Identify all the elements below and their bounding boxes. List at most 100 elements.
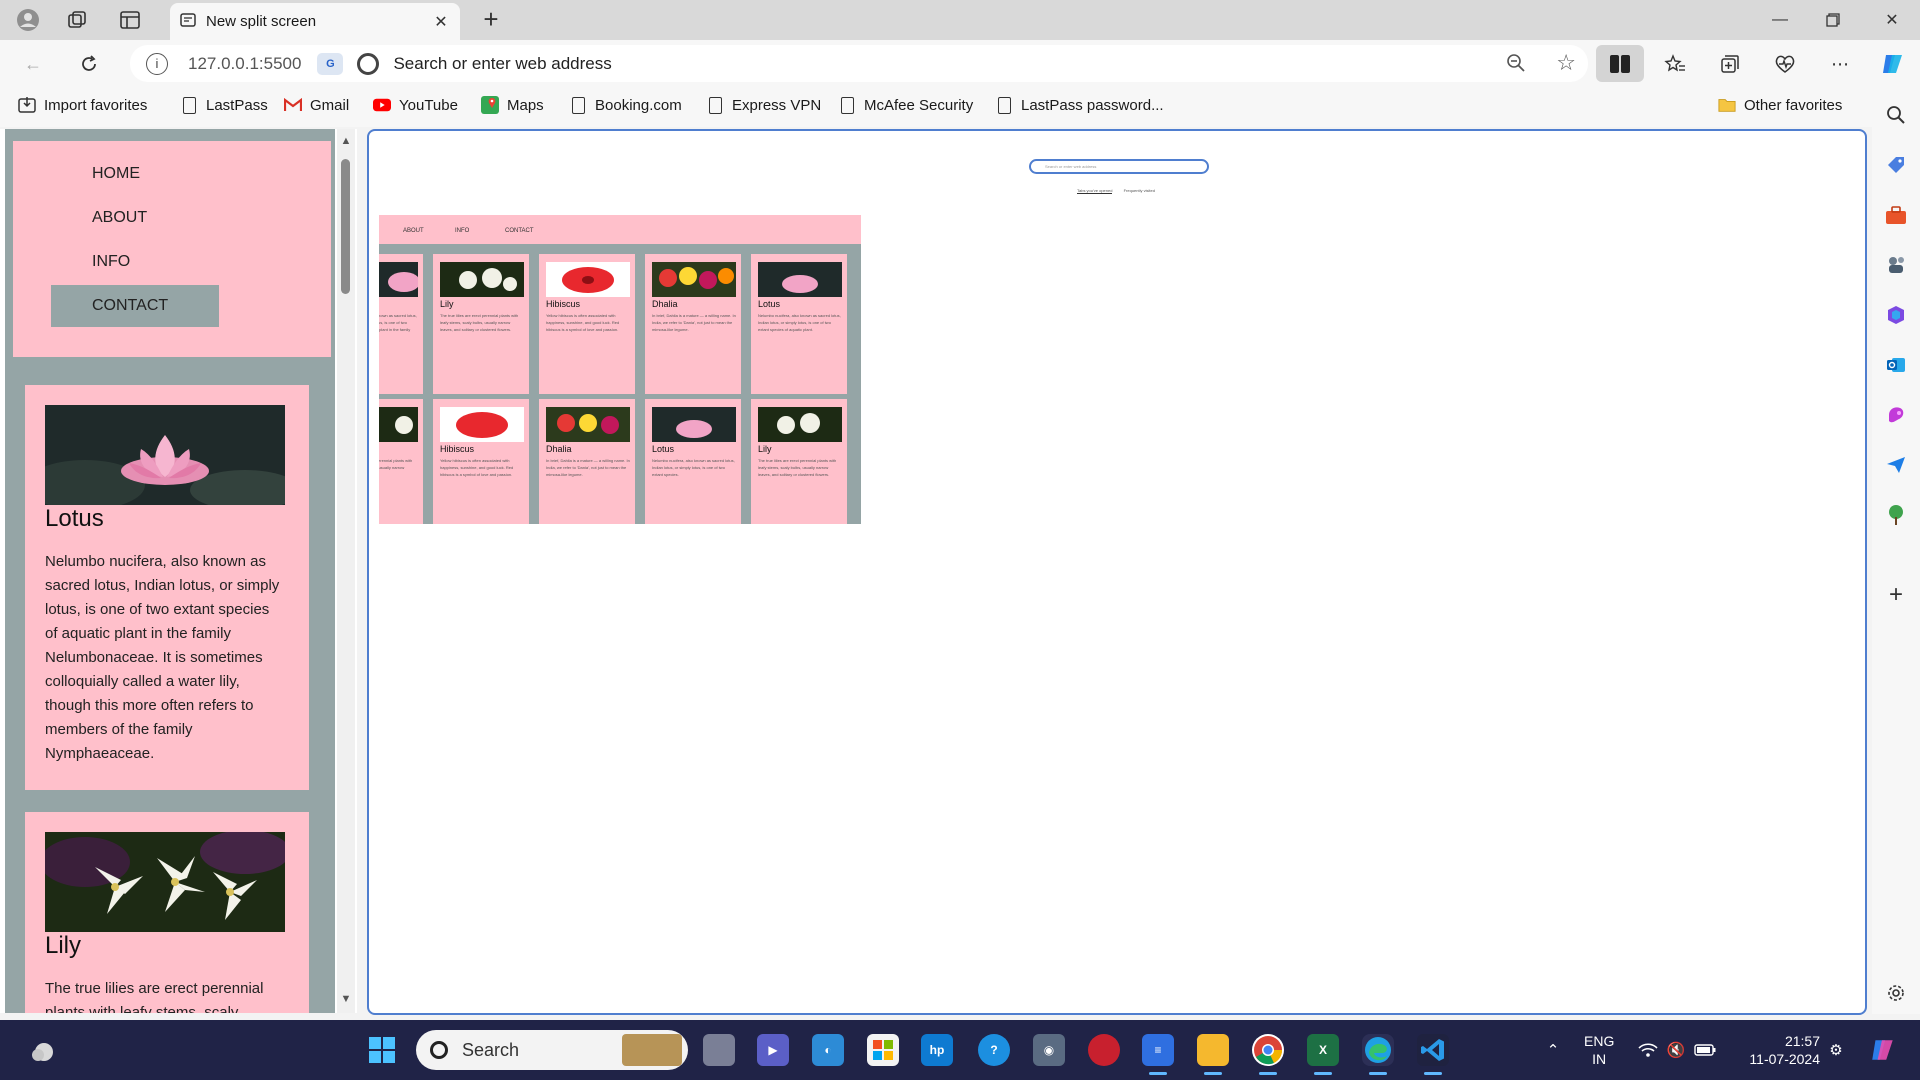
preview-card: Nelumbo nucifera, also known as sacred l… [379, 254, 423, 394]
fav-lastpass-password[interactable]: LastPass password... [995, 95, 1164, 115]
help-icon[interactable]: ? [978, 1034, 1010, 1066]
notepad-icon[interactable]: ≡ [1142, 1034, 1174, 1075]
fav-maps[interactable]: Maps [481, 95, 544, 115]
address-bar[interactable]: i 127.0.0.1:5500 G Search or enter web a… [130, 45, 1588, 82]
right-split-pane[interactable]: Search or enter web address Tabs you've … [367, 129, 1867, 1015]
input-language[interactable]: ENG IN [1584, 1032, 1614, 1068]
sidebar-tools-icon[interactable] [1883, 202, 1909, 228]
notification-bell-icon[interactable]: ⚙ [1825, 1040, 1847, 1060]
refresh-icon[interactable] [74, 49, 104, 79]
split-tab-frequent[interactable]: Frequently visited [1124, 188, 1155, 193]
copilot-taskbar-icon[interactable] [1868, 1036, 1898, 1064]
restore-button[interactable] [1805, 0, 1861, 40]
clock[interactable]: 21:57 11-07-2024 [1740, 1032, 1820, 1068]
preview-menu-contact: CONTACT [505, 228, 534, 234]
widgets-icon[interactable]: ◐ [812, 1034, 844, 1066]
split-search-box[interactable]: Search or enter web address [1029, 159, 1209, 174]
translate-icon[interactable]: G [317, 52, 344, 75]
fav-gmail[interactable]: Gmail [284, 95, 349, 115]
page-icon [569, 95, 587, 115]
more-options-icon[interactable]: ⋯ [1825, 49, 1855, 79]
edge-sidebar: + [1872, 87, 1920, 1014]
copilot-icon[interactable] [1878, 49, 1908, 79]
sidebar-tree-icon[interactable] [1883, 502, 1909, 528]
site-info-icon[interactable]: i [146, 52, 168, 75]
flower-cards: Lotus Nelumbo nucifera, also known as sa… [15, 375, 318, 1013]
fav-other-favorites[interactable]: Other favorites [1718, 95, 1842, 115]
active-tab[interactable]: New split screen ✕ [170, 3, 460, 40]
close-window-button[interactable]: ✕ [1864, 0, 1920, 40]
sidebar-add-icon[interactable]: + [1883, 581, 1909, 608]
sidebar-send-icon[interactable] [1883, 452, 1909, 478]
scroll-down-icon[interactable]: ▼ [340, 993, 352, 1005]
zoom-icon[interactable] [1506, 53, 1526, 78]
cricket-icon[interactable] [1088, 1034, 1120, 1066]
split-tab-opened[interactable]: Tabs you've opened [1077, 188, 1113, 194]
menu-about[interactable]: ABOUT [51, 197, 219, 239]
task-view-icon[interactable] [703, 1034, 735, 1066]
myhp-icon[interactable]: hp [921, 1034, 953, 1066]
sidebar-microsoft365-icon[interactable] [1883, 302, 1909, 328]
fav-youtube[interactable]: YouTube [373, 95, 458, 115]
fav-booking[interactable]: Booking.com [569, 95, 682, 115]
preview-card: Hibiscus Yellow hibiscus is often associ… [433, 399, 529, 524]
fav-youtube-label: YouTube [399, 96, 458, 114]
tab-close-icon[interactable]: ✕ [432, 12, 450, 32]
flower-card-lily: Lily The true lilies are erect perennial… [25, 812, 309, 1013]
fav-import[interactable]: Import favorites [18, 95, 147, 115]
start-icon[interactable] [366, 1034, 398, 1066]
fav-mcafee-label: McAfee Security [864, 96, 974, 114]
flower-name: Lotus [45, 505, 104, 532]
vertical-tabs-icon[interactable] [115, 6, 145, 34]
page-icon [180, 95, 198, 115]
flower-description: Nelumbo nucifera, also known as sacred l… [45, 553, 280, 762]
wifi-icon[interactable] [1637, 1040, 1659, 1060]
left-pane-scrollbar[interactable]: ▲ ▼ [337, 129, 355, 1013]
preview-card: Lily The true lilies are erect perennial… [751, 399, 847, 524]
camera-icon[interactable]: ◉ [1033, 1034, 1065, 1066]
edge-icon[interactable] [1362, 1034, 1394, 1075]
scroll-thumb[interactable] [341, 159, 350, 294]
vscode-icon[interactable] [1417, 1034, 1449, 1075]
left-split-pane[interactable]: HOME ABOUT INFO CONTACT Lotus Nelumbo nu… [0, 129, 357, 1013]
browser-essentials-icon[interactable] [1770, 49, 1800, 79]
favorite-star-icon[interactable]: ☆ [1556, 50, 1576, 76]
fav-mcafee[interactable]: McAfee Security [838, 95, 973, 115]
teams-icon[interactable]: ▶ [757, 1034, 789, 1066]
collections-icon[interactable] [1715, 49, 1745, 79]
workspaces-icon[interactable] [62, 6, 92, 34]
new-tab-button[interactable]: + [474, 6, 508, 34]
store-icon[interactable] [867, 1034, 899, 1066]
menu-contact[interactable]: CONTACT [51, 285, 219, 327]
profile-icon[interactable] [13, 6, 43, 34]
sidebar-shopping-icon[interactable] [1883, 152, 1909, 178]
search-engine-icon [357, 52, 380, 75]
folder-icon [1718, 95, 1736, 115]
volume-muted-icon[interactable]: 🔇 [1665, 1040, 1687, 1060]
chrome-icon[interactable] [1252, 1034, 1284, 1075]
sidebar-games-icon[interactable] [1883, 252, 1909, 278]
scroll-up-icon[interactable]: ▲ [340, 135, 352, 147]
taskbar-search[interactable]: Search [416, 1030, 688, 1070]
site-nav-menu: HOME ABOUT INFO CONTACT [13, 141, 331, 357]
battery-icon[interactable] [1694, 1040, 1716, 1060]
favorites-icon[interactable] [1660, 49, 1690, 79]
split-screen-button[interactable] [1596, 45, 1644, 82]
omnibox-placeholder: Search or enter web address [393, 53, 612, 73]
weather-icon[interactable] [28, 1036, 60, 1068]
back-arrow-icon[interactable]: ← [18, 49, 48, 79]
tray-overflow-icon[interactable]: ⌃ [1542, 1040, 1564, 1060]
sidebar-designer-icon[interactable] [1883, 402, 1909, 428]
site-preview-thumbnail[interactable]: ABOUT INFO CONTACT Nelumbo nucifera, als… [379, 204, 861, 524]
fav-lastpass[interactable]: LastPass [180, 95, 268, 115]
file-explorer-icon[interactable] [1197, 1034, 1229, 1075]
sidebar-settings-icon[interactable] [1883, 980, 1909, 1006]
menu-info[interactable]: INFO [51, 241, 219, 283]
excel-icon[interactable]: X [1307, 1034, 1339, 1075]
preview-card: Lotus Nelumbo nucifera, also known as sa… [645, 399, 741, 524]
fav-expressvpn[interactable]: Express VPN [706, 95, 821, 115]
menu-home[interactable]: HOME [51, 153, 219, 195]
sidebar-outlook-icon[interactable] [1883, 352, 1909, 378]
sidebar-search-icon[interactable] [1883, 102, 1909, 128]
minimize-button[interactable]: — [1752, 0, 1808, 40]
